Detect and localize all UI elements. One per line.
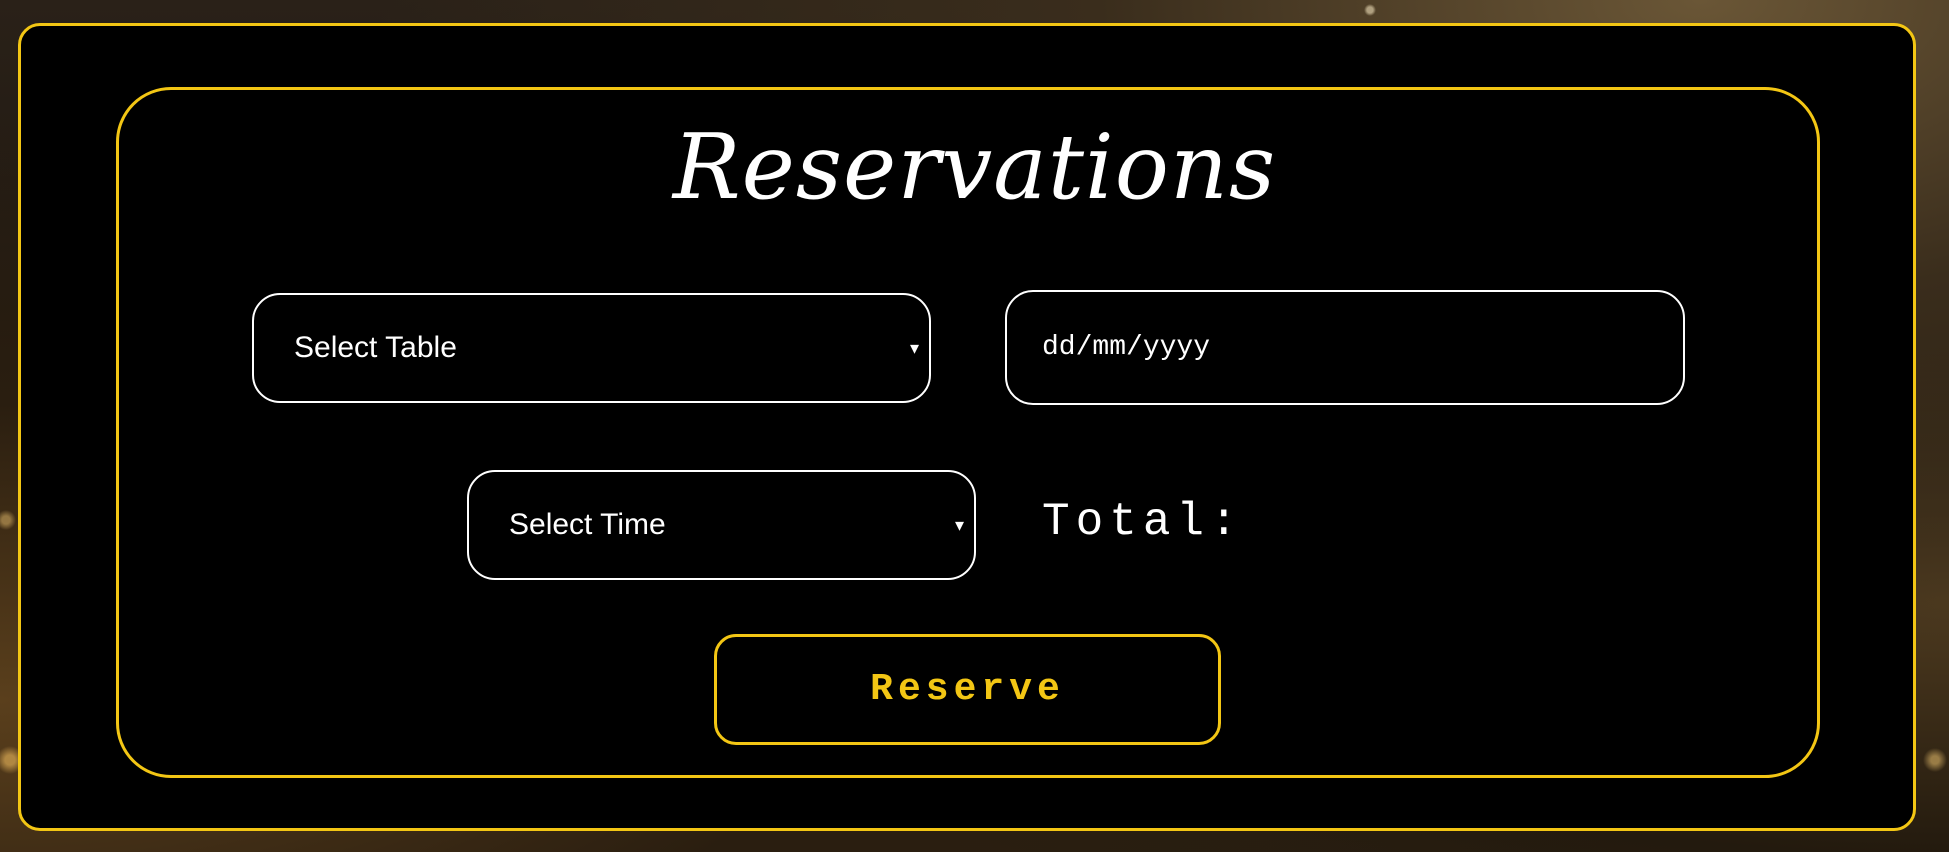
time-select-value: Select Time: [509, 508, 666, 541]
chevron-down-icon: ▾: [909, 337, 919, 358]
page-title: Reservations: [672, 115, 1277, 220]
reserve-button[interactable]: Reserve: [714, 634, 1221, 745]
total-label: Total:: [1042, 496, 1244, 548]
table-select[interactable]: Select Table ▾: [252, 293, 931, 403]
date-input[interactable]: dd/mm/yyyy: [1005, 290, 1685, 405]
chevron-down-icon: ▾: [954, 514, 964, 535]
time-select[interactable]: Select Time ▾: [467, 470, 976, 580]
date-input-placeholder: dd/mm/yyyy: [1042, 332, 1211, 363]
table-select-value: Select Table: [294, 331, 457, 364]
